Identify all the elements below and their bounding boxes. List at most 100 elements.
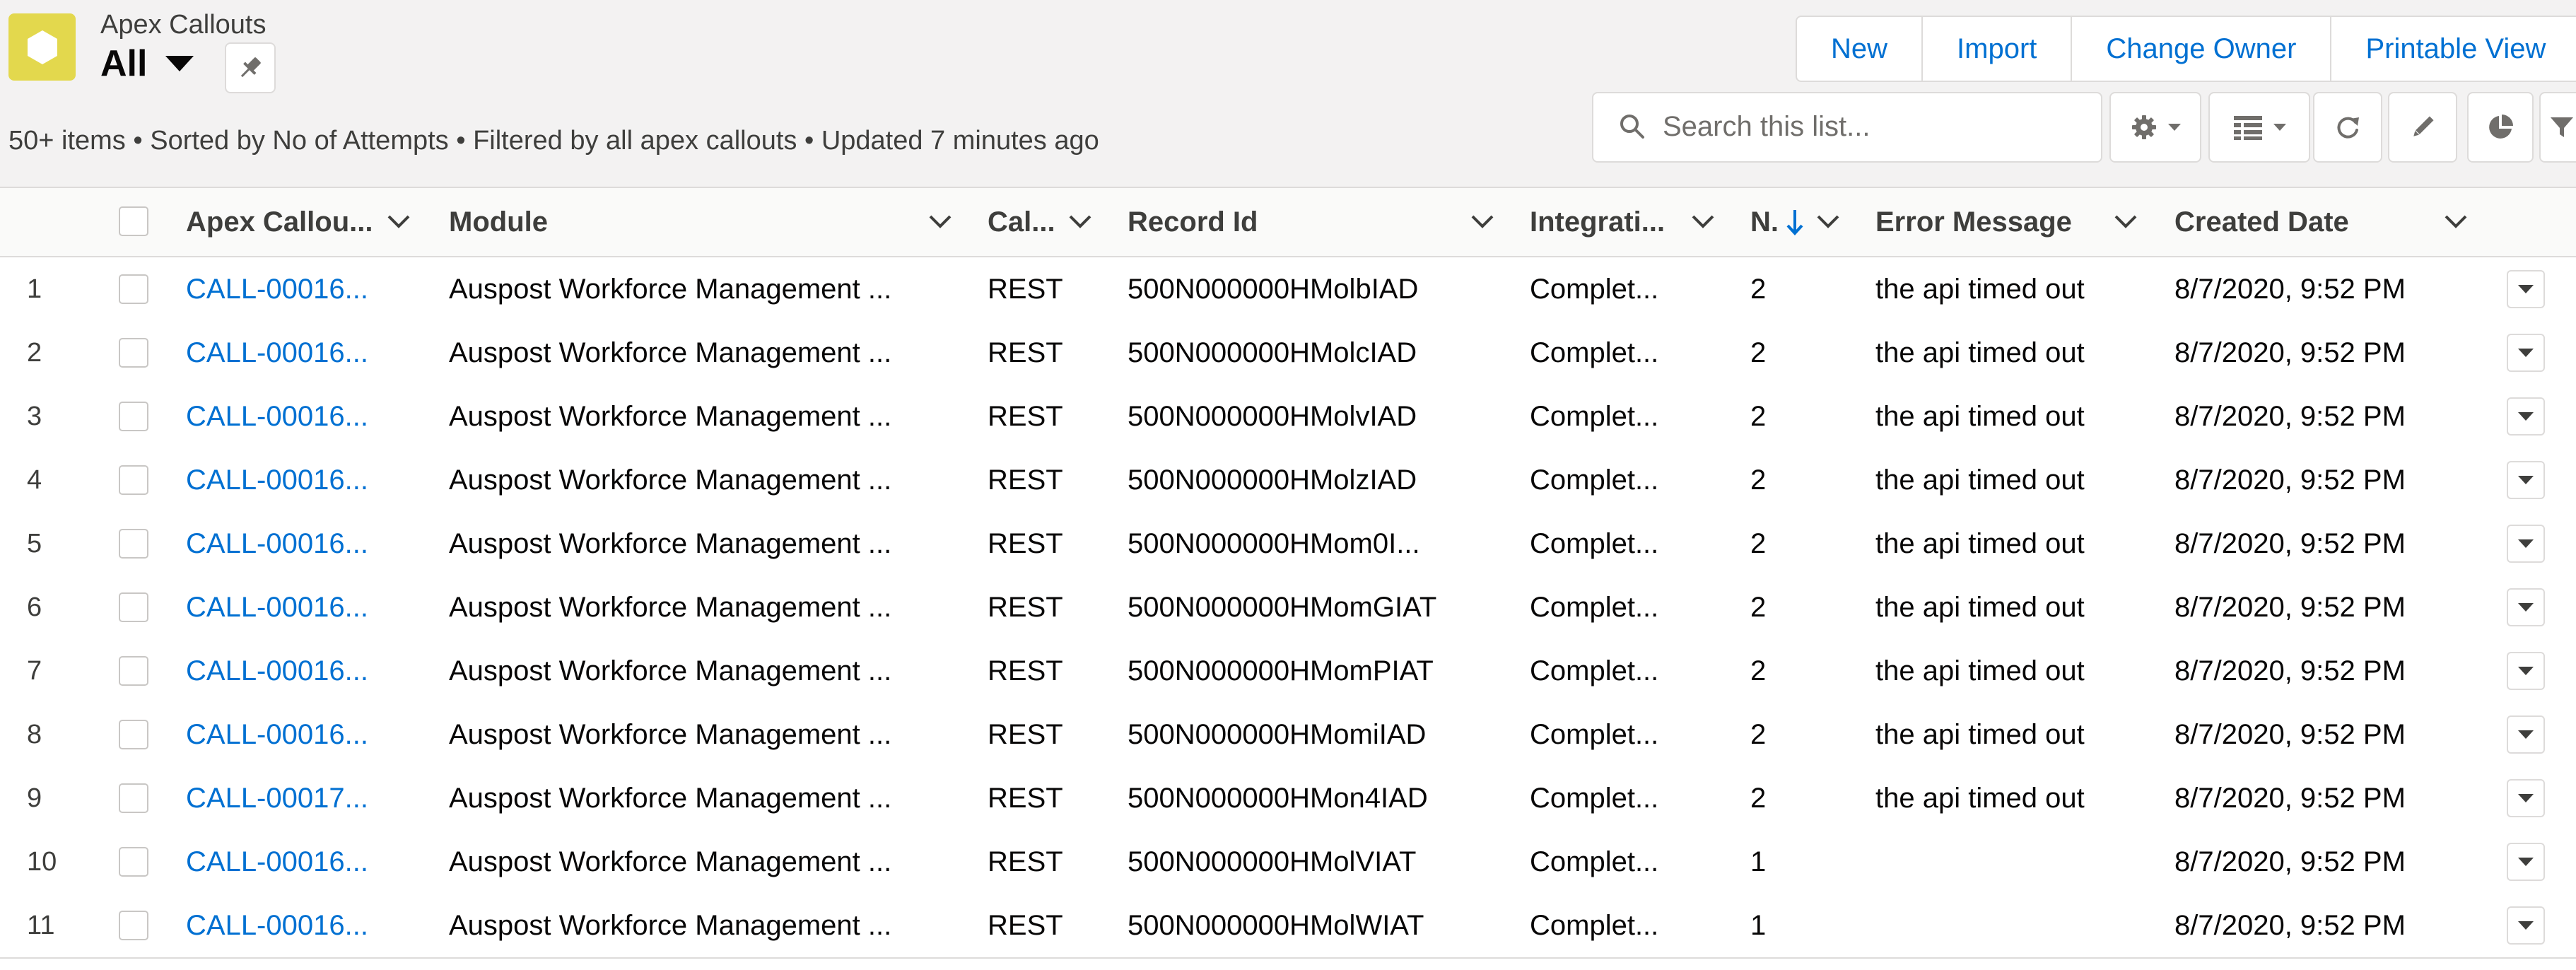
table-row: 1 CALL-00016... Auspost Workforce Manageme… <box>0 257 2576 322</box>
row-checkbox[interactable] <box>119 847 148 877</box>
list-settings-button[interactable] <box>2109 92 2201 163</box>
row-number: 8 <box>27 719 42 749</box>
change-owner-button[interactable]: Change Owner <box>2072 17 2332 81</box>
chevron-down-icon <box>2518 667 2534 675</box>
callout-name-link[interactable]: CALL-00016... <box>186 448 368 512</box>
callout-name-link[interactable]: CALL-00016... <box>186 575 368 639</box>
created-date-cell: 8/7/2020, 9:52 PM <box>2174 591 2406 623</box>
charts-button[interactable] <box>2467 92 2534 163</box>
no-of-attempts-cell: 2 <box>1750 337 1767 368</box>
row-checkbox[interactable] <box>119 465 148 495</box>
pin-button[interactable] <box>225 42 276 93</box>
callout-type-cell: REST <box>988 846 1063 877</box>
column-record-id-menu[interactable] <box>1470 188 1495 256</box>
column-error-message-menu[interactable] <box>2113 188 2138 256</box>
row-actions-button[interactable] <box>2507 397 2545 436</box>
column-integration-status-menu[interactable] <box>1690 188 1716 256</box>
table-row: 5 CALL-00016... Auspost Workforce Manageme… <box>0 512 2576 577</box>
callout-name-link[interactable]: CALL-00016... <box>186 894 368 957</box>
created-date-cell: 8/7/2020, 9:52 PM <box>2174 846 2406 877</box>
callout-type-cell: REST <box>988 718 1063 750</box>
column-header-error-message[interactable]: Error Message <box>1875 188 2072 256</box>
row-actions-button[interactable] <box>2507 334 2545 372</box>
row-checkbox[interactable] <box>119 529 148 559</box>
row-actions-button[interactable] <box>2507 525 2545 563</box>
printable-view-button[interactable]: Printable View <box>2331 17 2576 81</box>
callout-name-link[interactable]: CALL-00016... <box>186 512 368 575</box>
search-box <box>1592 92 2102 163</box>
chevron-down-icon <box>2518 476 2534 484</box>
pie-chart-icon <box>2489 115 2513 139</box>
row-actions-button[interactable] <box>2507 906 2545 945</box>
record-id-cell: 500N000000HMolvIAD <box>1128 400 1417 432</box>
row-actions-button[interactable] <box>2507 843 2545 881</box>
search-input[interactable] <box>1661 103 2081 150</box>
row-actions-button[interactable] <box>2507 779 2545 817</box>
column-created-date-menu[interactable] <box>2443 188 2469 256</box>
row-checkbox[interactable] <box>119 338 148 368</box>
chevron-down-icon <box>2518 921 2534 930</box>
column-header-callout-type[interactable]: Cal... <box>988 188 1055 256</box>
row-actions-button[interactable] <box>2507 715 2545 754</box>
callout-name-link[interactable]: CALL-00016... <box>186 830 368 894</box>
callout-type-cell: REST <box>988 527 1063 559</box>
filter-button[interactable] <box>2539 92 2576 163</box>
module-cell: Auspost Workforce Management ... <box>449 591 892 623</box>
row-checkbox[interactable] <box>119 592 148 622</box>
integration-status-cell: Complet... <box>1530 337 1659 368</box>
column-no-of-attempts-menu[interactable] <box>1815 188 1841 256</box>
column-header-record-id[interactable]: Record Id <box>1128 188 1258 256</box>
column-callout-type-menu[interactable] <box>1067 188 1093 256</box>
callout-name-link[interactable]: CALL-00016... <box>186 385 368 448</box>
row-checkbox[interactable] <box>119 274 148 304</box>
created-date-cell: 8/7/2020, 9:52 PM <box>2174 782 2406 814</box>
callout-type-cell: REST <box>988 782 1063 814</box>
row-checkbox[interactable] <box>119 402 148 431</box>
column-header-no-of-attempts[interactable]: N. <box>1750 188 1779 256</box>
callout-type-cell: REST <box>988 337 1063 368</box>
row-number: 11 <box>27 910 55 940</box>
refresh-button[interactable] <box>2313 92 2382 163</box>
callout-type-cell: REST <box>988 273 1063 305</box>
column-header-integration-status[interactable]: Integrati... <box>1530 188 1665 256</box>
row-actions-button[interactable] <box>2507 461 2545 499</box>
import-button[interactable]: Import <box>1923 17 2073 81</box>
row-number: 3 <box>27 401 42 431</box>
row-checkbox[interactable] <box>119 783 148 813</box>
callout-name-link[interactable]: CALL-00017... <box>186 766 368 830</box>
table-row: 6 CALL-00016... Auspost Workforce Manageme… <box>0 575 2576 641</box>
callout-name-link[interactable]: CALL-00016... <box>186 703 368 766</box>
row-checkbox[interactable] <box>119 656 148 686</box>
callout-name-link[interactable]: CALL-00016... <box>186 639 368 703</box>
row-number: 4 <box>27 464 42 495</box>
column-header-module[interactable]: Module <box>449 188 548 256</box>
callout-type-cell: REST <box>988 400 1063 432</box>
row-actions-button[interactable] <box>2507 588 2545 626</box>
column-header-created-date[interactable]: Created Date <box>2174 188 2349 256</box>
chevron-down-icon <box>2518 603 2534 612</box>
column-header-name[interactable]: Apex Callou... <box>186 188 373 256</box>
list-meta-info: 50+ items • Sorted by No of Attempts • F… <box>8 126 1099 156</box>
callout-name-link[interactable]: CALL-00016... <box>186 321 368 385</box>
listview-selector[interactable]: All <box>100 42 194 85</box>
listview-name: All <box>100 43 148 84</box>
error-message-cell: the api timed out <box>1875 273 2085 305</box>
record-id-cell: 500N000000HMomiIAD <box>1128 718 1427 750</box>
callout-name-link[interactable]: CALL-00016... <box>186 257 368 321</box>
chevron-down-icon <box>2518 412 2534 421</box>
chevron-down-icon <box>2518 539 2534 548</box>
chevron-down-icon <box>2518 794 2534 802</box>
error-message-cell: the api timed out <box>1875 337 2085 368</box>
row-actions-button[interactable] <box>2507 652 2545 690</box>
display-as-button[interactable] <box>2208 92 2310 163</box>
row-checkbox[interactable] <box>119 720 148 749</box>
integration-status-cell: Complet... <box>1530 909 1659 941</box>
row-actions-button[interactable] <box>2507 270 2545 308</box>
column-module-menu[interactable] <box>927 188 953 256</box>
row-checkbox[interactable] <box>119 911 148 940</box>
select-all-checkbox[interactable] <box>119 206 148 236</box>
new-button[interactable]: New <box>1797 17 1924 81</box>
gear-icon <box>2132 115 2156 139</box>
inline-edit-button[interactable] <box>2388 92 2457 163</box>
column-name-menu[interactable] <box>386 188 411 256</box>
